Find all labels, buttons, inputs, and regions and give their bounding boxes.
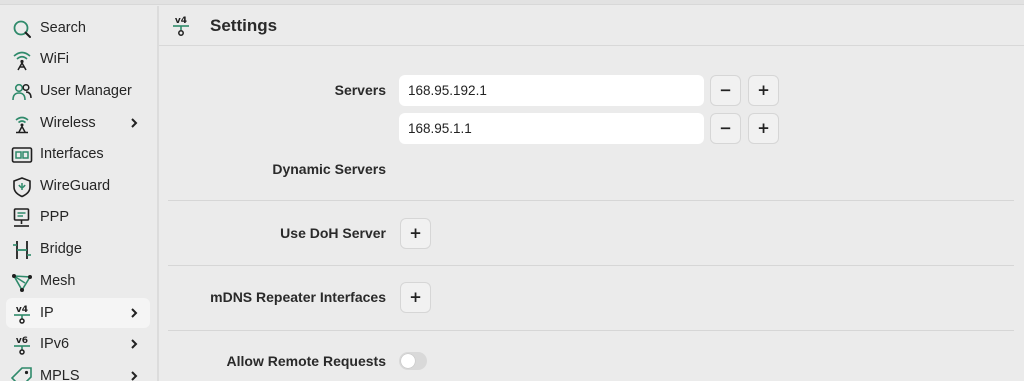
ipv6-icon: v6 [14, 336, 30, 355]
sidebar-item-mesh[interactable]: Mesh [6, 266, 150, 296]
ipv4-icon: v4 [173, 16, 189, 36]
sidebar-item-label: User Manager [40, 83, 132, 99]
sidebar-divider [157, 6, 159, 381]
section-divider [168, 200, 1014, 201]
ipv4-icon: v4 [14, 305, 30, 324]
sidebar-item-label: IP [40, 305, 54, 321]
add-doh-server-button[interactable]: + [400, 218, 431, 249]
search-icon [13, 20, 31, 38]
users-icon [12, 83, 32, 101]
section-divider [168, 330, 1014, 331]
server-input-1[interactable] [399, 75, 704, 106]
sidebar-item-label: PPP [40, 209, 70, 225]
sidebar-item-label: Wireless [40, 115, 96, 131]
sidebar-item-wifi[interactable]: WiFi [6, 44, 150, 74]
add-server-1-button[interactable]: + [748, 75, 779, 106]
add-server-2-button[interactable]: + [748, 113, 779, 144]
svg-text:v4: v4 [175, 16, 187, 26]
server-input-2[interactable] [399, 113, 704, 144]
sidebar-item-ip[interactable]: v4 IP [6, 298, 150, 328]
sidebar-item-label: WiFi [40, 51, 69, 67]
sidebar-item-label: IPv6 [40, 336, 70, 352]
chevron-right-icon [131, 308, 138, 318]
wireless-icon [15, 116, 29, 134]
bridge-icon [13, 241, 31, 259]
window-top-strip [0, 0, 1024, 5]
svg-text:v6: v6 [16, 336, 28, 346]
svg-text:v4: v4 [16, 305, 28, 315]
sidebar-item-bridge[interactable]: Bridge [6, 234, 150, 264]
dynamic-servers-label: Dynamic Servers [272, 161, 386, 177]
servers-label: Servers [334, 82, 386, 98]
sidebar-item-user-manager[interactable]: User Manager [6, 76, 150, 106]
toggle-knob [401, 354, 415, 368]
sidebar-item-search[interactable]: Search [6, 13, 150, 43]
ppp-icon [13, 208, 30, 227]
add-mdns-interface-button[interactable]: + [400, 282, 431, 313]
sidebar-item-label: Search [40, 20, 86, 36]
use-doh-server-label: Use DoH Server [280, 225, 386, 241]
section-divider [168, 265, 1014, 266]
sidebar-item-label: Interfaces [40, 146, 104, 162]
mesh-icon [12, 274, 32, 292]
page-title: Settings [210, 16, 278, 35]
chevron-right-icon [131, 339, 138, 349]
sidebar-item-ppp[interactable]: PPP [6, 202, 150, 232]
remove-server-1-button[interactable]: − [710, 75, 741, 106]
sidebar-item-wireguard[interactable]: WireGuard [6, 171, 150, 201]
wifi-icon [13, 51, 31, 71]
chevron-right-icon [131, 371, 138, 381]
sidebar-item-label: WireGuard [40, 178, 111, 194]
sidebar: Search WiFi User Manager Wireless Interf… [0, 6, 157, 381]
sidebar-item-wireless[interactable]: Wireless [6, 108, 150, 138]
sidebar-item-label: Bridge [40, 241, 82, 257]
allow-remote-requests-label: Allow Remote Requests [226, 353, 386, 369]
mpls-tag-icon [11, 367, 32, 381]
sidebar-item-label: Mesh [40, 273, 76, 289]
chevron-right-icon [131, 118, 138, 128]
mdns-repeater-interfaces-label: mDNS Repeater Interfaces [210, 289, 386, 305]
allow-remote-requests-toggle[interactable] [399, 352, 427, 370]
header-divider [159, 45, 1024, 46]
remove-server-2-button[interactable]: − [710, 113, 741, 144]
wireguard-shield-icon [13, 177, 31, 198]
sidebar-item-ipv6[interactable]: v6 IPv6 [6, 329, 150, 359]
interfaces-icon [11, 147, 33, 163]
sidebar-item-mpls[interactable]: MPLS [6, 361, 150, 381]
sidebar-item-interfaces[interactable]: Interfaces [6, 139, 150, 169]
sidebar-item-label: MPLS [40, 368, 80, 381]
